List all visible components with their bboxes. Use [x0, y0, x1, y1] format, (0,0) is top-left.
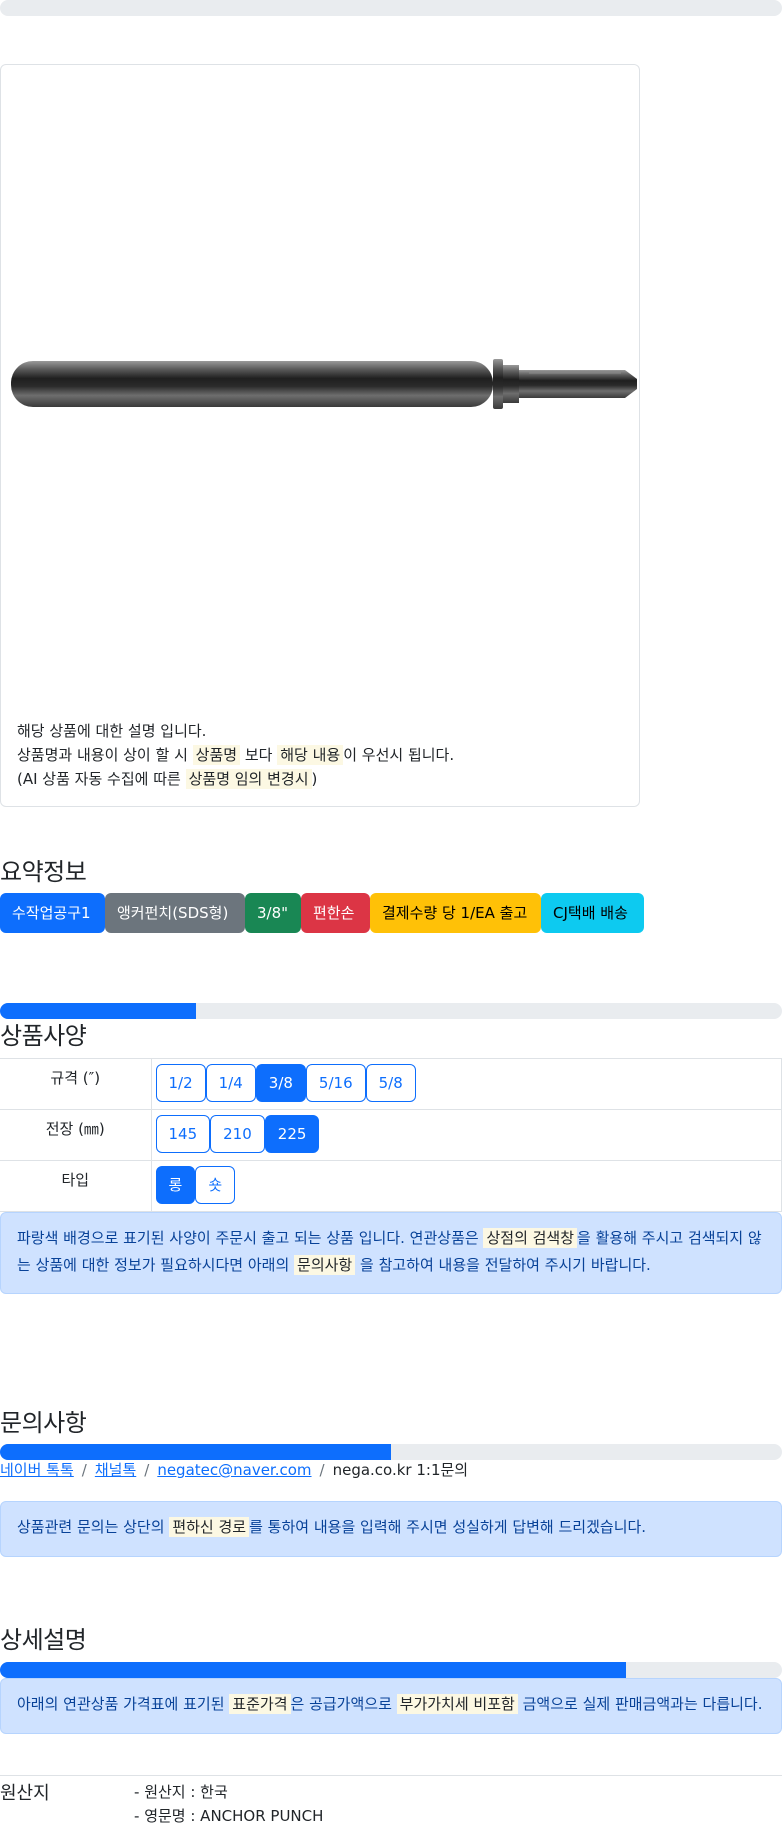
top-progress-bar [0, 0, 782, 16]
origin-row: 원산지 원산지 : 한국 영문명 : ANCHOR PUNCH [0, 1775, 782, 1825]
highlight-text: 상품명 임의 변경시 [185, 769, 312, 789]
channel-talk-link[interactable]: 채널톡 [95, 1461, 136, 1479]
detail-title: 상세설명 [0, 1626, 87, 1654]
highlight-text: 편하신 경로 [169, 1517, 250, 1537]
inquiry-progress-bar [0, 1444, 782, 1460]
option-button[interactable]: 숏 [195, 1166, 236, 1204]
separator: / [144, 1461, 150, 1479]
spec-notice: 파랑색 배경으로 표기된 사양이 주문시 출고 되는 상품 입니다. 연관상품은… [0, 1212, 782, 1294]
inquiry-title: 문의사항 [0, 1409, 87, 1437]
product-image-card: 해당 상품에 대한 설명 입니다. 상품명과 내용이 상이 할 시 상품명 보다… [0, 64, 640, 807]
site-inquiry-text: nega.co.kr 1:1문의 [332, 1461, 469, 1479]
spec-progress-bar [0, 1003, 782, 1019]
detail-progress-bar [0, 1662, 782, 1678]
notice-text: 를 통하여 내용을 입력해 주시면 성실하게 답변해 드리겠습니다. [249, 1518, 647, 1536]
option-button[interactable]: 145 [155, 1115, 211, 1153]
description-text: 이 우선시 됩니다. [343, 746, 455, 764]
product-description: 해당 상품에 대한 설명 입니다. 상품명과 내용이 상이 할 시 상품명 보다… [17, 719, 454, 791]
description-line: 해당 상품에 대한 설명 입니다. [17, 722, 207, 740]
summary-badges: 수작업공구1 앵커펀치(SDS형) 3/8" 편한손 결제수량 당 1/EA 출… [0, 893, 644, 933]
email-link[interactable]: negatec@naver.com [157, 1461, 311, 1479]
description-text: 상품명과 내용이 상이 할 시 [17, 746, 188, 764]
spec-label: 타입 [0, 1160, 152, 1212]
origin-label: 원산지 [0, 1783, 50, 1804]
notice-text: 금액으로 실제 판매금액과는 다릅니다. [522, 1695, 763, 1713]
type-options: 롱 숏 [155, 1166, 778, 1204]
description-text: ) [311, 770, 318, 788]
spec-row-size: 규격 (″) 1/2 1/4 3/8 5/16 5/8 [0, 1058, 782, 1110]
notice-text: 은 공급가액으로 [290, 1695, 392, 1713]
notice-text: 아래의 연관상품 가격표에 표기된 [17, 1695, 225, 1713]
origin-item: 영문명 : ANCHOR PUNCH [134, 1804, 323, 1828]
option-button-selected[interactable]: 225 [264, 1115, 320, 1153]
badge-category: 수작업공구1 [0, 893, 105, 933]
separator: / [319, 1461, 325, 1479]
naver-talk-link[interactable]: 네이버 톡톡 [0, 1461, 74, 1479]
badge-size: 3/8" [245, 893, 301, 933]
detail-notice: 아래의 연관상품 가격표에 표기된 표준가격 은 공급가액으로 부가가치세 비포함… [0, 1678, 782, 1734]
origin-list: 원산지 : 한국 영문명 : ANCHOR PUNCH [134, 1780, 323, 1828]
option-button-selected[interactable]: 3/8 [255, 1064, 306, 1102]
spec-row-length: 전장 (㎜) 145 210 225 [0, 1109, 782, 1161]
notice-text: 을 참고하여 내용을 전달하여 주시기 바랍니다. [360, 1256, 651, 1274]
badge-quantity: 결제수량 당 1/EA 출고 [370, 893, 541, 933]
option-button[interactable]: 1/2 [155, 1064, 206, 1102]
spec-table: 규격 (″) 1/2 1/4 3/8 5/16 5/8 전장 (㎜) 145 2… [0, 1058, 782, 1212]
badge-brand: 편한손 [301, 893, 370, 933]
spec-label: 규격 (″) [0, 1058, 152, 1110]
contact-links: 네이버 톡톡 / 채널톡 / negatec@naver.com / nega.co.kr … [0, 1459, 468, 1480]
option-button[interactable]: 5/16 [305, 1064, 366, 1102]
description-text: 보다 [244, 746, 273, 764]
highlight-text: 상품명 [192, 745, 241, 765]
product-image [11, 359, 637, 409]
option-button[interactable]: 210 [210, 1115, 265, 1153]
badge-product-type: 앵커펀치(SDS형) [105, 893, 245, 933]
highlight-text: 표준가격 [229, 1694, 291, 1714]
highlight-text: 부가가치세 비포함 [396, 1694, 518, 1714]
highlight-text: 문의사항 [294, 1255, 356, 1275]
description-text: (AI 상품 자동 수집에 따른 [17, 770, 181, 788]
spec-label: 전장 (㎜) [0, 1109, 152, 1161]
spec-row-type: 타입 롱 숏 [0, 1160, 782, 1212]
highlight-text: 해당 내용 [277, 745, 344, 765]
spec-title: 상품사양 [0, 1022, 87, 1050]
option-button-selected[interactable]: 롱 [155, 1166, 196, 1204]
summary-title: 요약정보 [0, 858, 87, 886]
option-button[interactable]: 5/8 [365, 1064, 416, 1102]
size-options: 1/2 1/4 3/8 5/16 5/8 [155, 1064, 778, 1102]
highlight-text: 상점의 검색창 [483, 1228, 578, 1248]
separator: / [81, 1461, 87, 1479]
inquiry-notice: 상품관련 문의는 상단의 편하신 경로 를 통하여 내용을 입력해 주시면 성실하… [0, 1501, 782, 1557]
notice-text: 상품관련 문의는 상단의 [17, 1518, 165, 1536]
option-button[interactable]: 1/4 [205, 1064, 256, 1102]
length-options: 145 210 225 [155, 1115, 778, 1153]
badge-shipping: CJ택배 배송 [541, 893, 644, 933]
origin-item: 원산지 : 한국 [134, 1780, 323, 1804]
notice-text: 파랑색 배경으로 표기된 사양이 주문시 출고 되는 상품 입니다. 연관상품은 [17, 1229, 479, 1247]
